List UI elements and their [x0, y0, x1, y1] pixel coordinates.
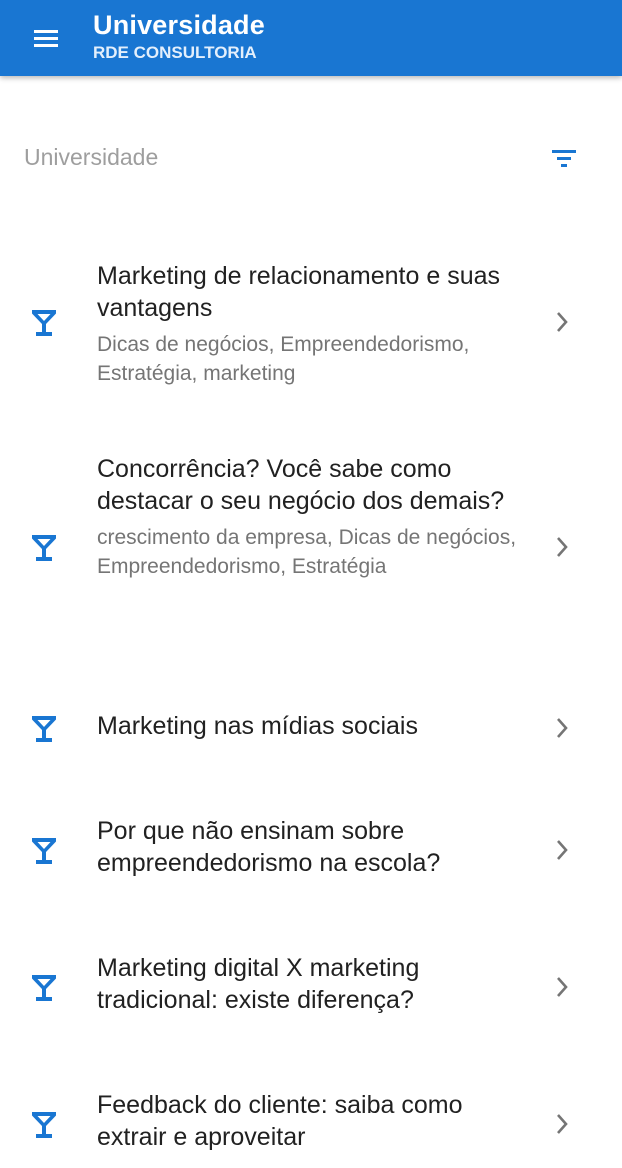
cocktail-glass-icon	[28, 306, 60, 338]
list-item[interactable]: Marketing nas mídias sociais	[0, 680, 622, 775]
list-item[interactable]: Feedback do cliente: saiba como extrair …	[0, 1049, 622, 1168]
menu-button[interactable]	[20, 18, 72, 58]
list-item-text: Marketing de relacionamento e suas vanta…	[97, 260, 537, 388]
chevron-right-icon	[548, 533, 576, 561]
list-item-text: Por que não ensinam sobre empreendedoris…	[97, 815, 537, 879]
search-bar: Universidade	[0, 130, 622, 186]
list-item-title: Marketing de relacionamento e suas vanta…	[97, 262, 501, 322]
cocktail-glass-icon	[28, 1108, 60, 1140]
list-item[interactable]: Marketing de relacionamento e suas vanta…	[0, 220, 622, 410]
chevron-right-icon	[548, 836, 576, 864]
cocktail-glass-icon	[28, 834, 60, 866]
search-label[interactable]: Universidade	[24, 142, 158, 172]
filter-button[interactable]	[540, 138, 588, 178]
list-item-text: Concorrência? Você sabe como destacar o …	[97, 453, 537, 581]
list-item-title: Feedback do cliente: saiba como extrair …	[97, 1091, 463, 1151]
chevron-right-icon	[548, 973, 576, 1001]
cocktail-glass-icon	[28, 531, 60, 563]
cocktail-glass-icon	[28, 712, 60, 744]
filter-icon	[552, 150, 576, 167]
list-item-tags: Dicas de negócios, Empreendedorismo, Est…	[97, 333, 470, 385]
menu-icon	[34, 30, 58, 47]
list-item[interactable]: Por que não ensinam sobre empreendedoris…	[0, 775, 622, 912]
app-title: Universidade	[93, 10, 265, 40]
chevron-right-icon	[548, 308, 576, 336]
app-subtitle: RDE CONSULTORIA	[93, 43, 257, 62]
list-item-tags: crescimento da empresa, Dicas de negócio…	[97, 526, 517, 578]
list-item-text: Feedback do cliente: saiba como extrair …	[97, 1089, 537, 1153]
list-item[interactable]: Concorrência? Você sabe como destacar o …	[0, 410, 622, 680]
chevron-right-icon	[548, 714, 576, 742]
appbar-titles: Universidade RDE CONSULTORIA	[93, 9, 265, 64]
cocktail-glass-icon	[28, 971, 60, 1003]
list-item-title: Marketing nas mídias sociais	[97, 712, 418, 740]
chevron-right-icon	[548, 1110, 576, 1138]
list-item[interactable]: Marketing digital X marketing tradiciona…	[0, 912, 622, 1049]
list-item-text: Marketing digital X marketing tradiciona…	[97, 952, 537, 1016]
list-item-title: Por que não ensinam sobre empreendedoris…	[97, 817, 441, 877]
list-item-title: Marketing digital X marketing tradiciona…	[97, 954, 420, 1014]
list-item-title: Concorrência? Você sabe como destacar o …	[97, 455, 505, 515]
list-item-text: Marketing nas mídias sociais	[97, 710, 537, 742]
app-bar: Universidade RDE CONSULTORIA	[0, 0, 622, 76]
